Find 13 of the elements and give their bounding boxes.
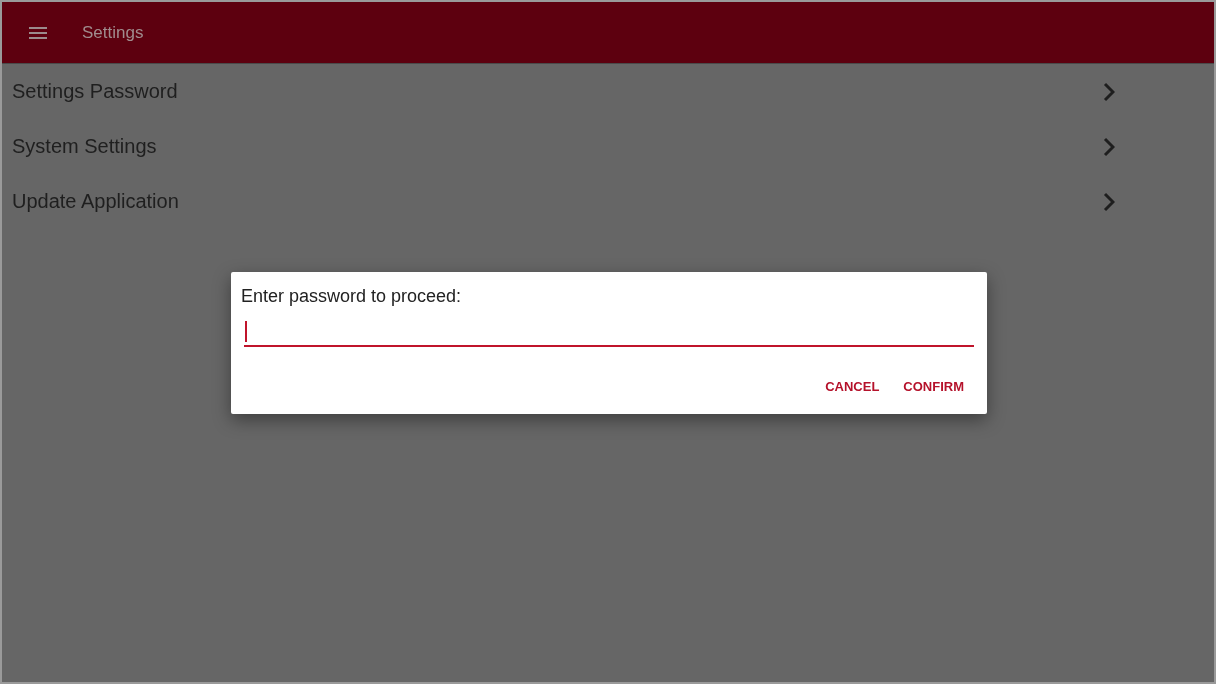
dialog-button[interactable]: CONFIRM (893, 375, 974, 398)
settings-list-item[interactable]: Update Application (2, 174, 1214, 229)
settings-list-item[interactable]: System Settings (2, 119, 1214, 174)
menu-icon (29, 26, 47, 39)
chevron-right-icon (1103, 191, 1115, 212)
text-cursor (245, 321, 247, 342)
dialog-button[interactable]: CANCEL (815, 375, 890, 398)
dialog-message: Enter password to proceed: (241, 286, 463, 307)
app-bar-title: Settings (82, 22, 144, 43)
settings-list-item[interactable]: Settings Password (2, 64, 1214, 119)
chevron-right-icon (1103, 136, 1115, 157)
menu-button[interactable] (29, 26, 47, 39)
chevron-right-icon (1103, 81, 1115, 102)
